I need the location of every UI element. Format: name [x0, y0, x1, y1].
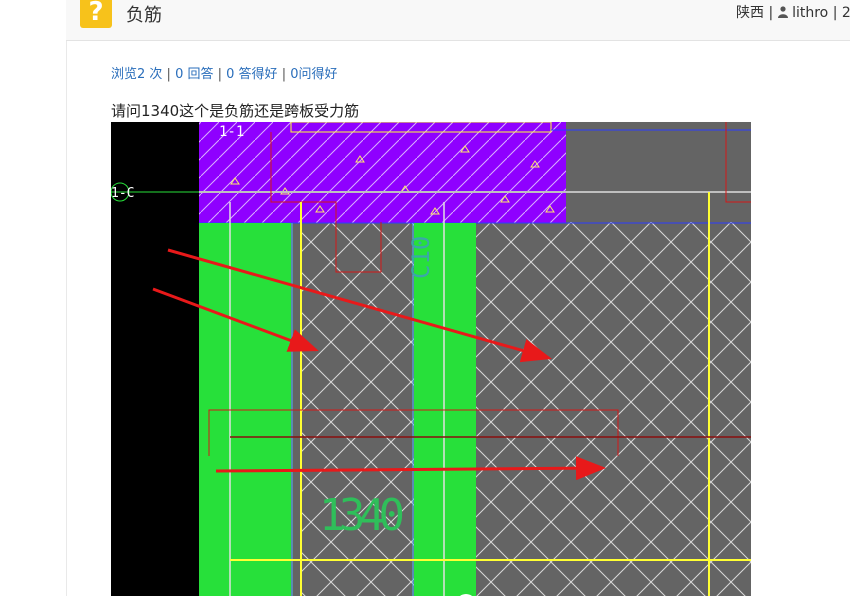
post-date: 20	[841, 5, 850, 21]
section-label: 1-1	[219, 124, 244, 140]
question-icon: ?	[80, 0, 112, 28]
purple-slab-hatch	[199, 122, 566, 223]
good-question-count[interactable]: 0问得好	[290, 67, 337, 82]
vertical-rebar-label: C10	[407, 236, 435, 279]
stats-separator: |	[217, 67, 223, 82]
question-meta: 陕西 | lithro | 20	[736, 2, 850, 22]
stats-separator: |	[281, 67, 287, 82]
question-stats: 浏览2 次 | 0 回答 | 0 答得好 | 0问得好	[111, 63, 338, 82]
axis-label: 1-C	[111, 186, 134, 201]
answers-count[interactable]: 0 回答	[175, 67, 213, 82]
meta-separator: |	[768, 5, 774, 21]
good-answers-count: 0 答得好	[226, 67, 278, 82]
region-label: 陕西	[736, 5, 764, 21]
username-link[interactable]: lithro	[792, 5, 828, 21]
user-icon	[777, 6, 788, 18]
left-gutter	[0, 0, 67, 596]
stats-separator: |	[166, 67, 171, 82]
dimension-label: 1340	[319, 490, 405, 541]
question-text: 请问1340这个是负筋还是跨板受力筋	[111, 102, 360, 120]
question-title: 负筋	[126, 5, 162, 26]
cad-drawing-image[interactable]: 1-1 1-C 1340 C10	[111, 122, 751, 596]
question-header: ? 负筋 陕西 | lithro | 20	[66, 0, 850, 41]
meta-separator-2: |	[832, 5, 838, 21]
views-count: 浏览2 次	[111, 67, 163, 82]
cad-drawing-svg: 1-1 1-C 1340 C10	[111, 122, 751, 596]
